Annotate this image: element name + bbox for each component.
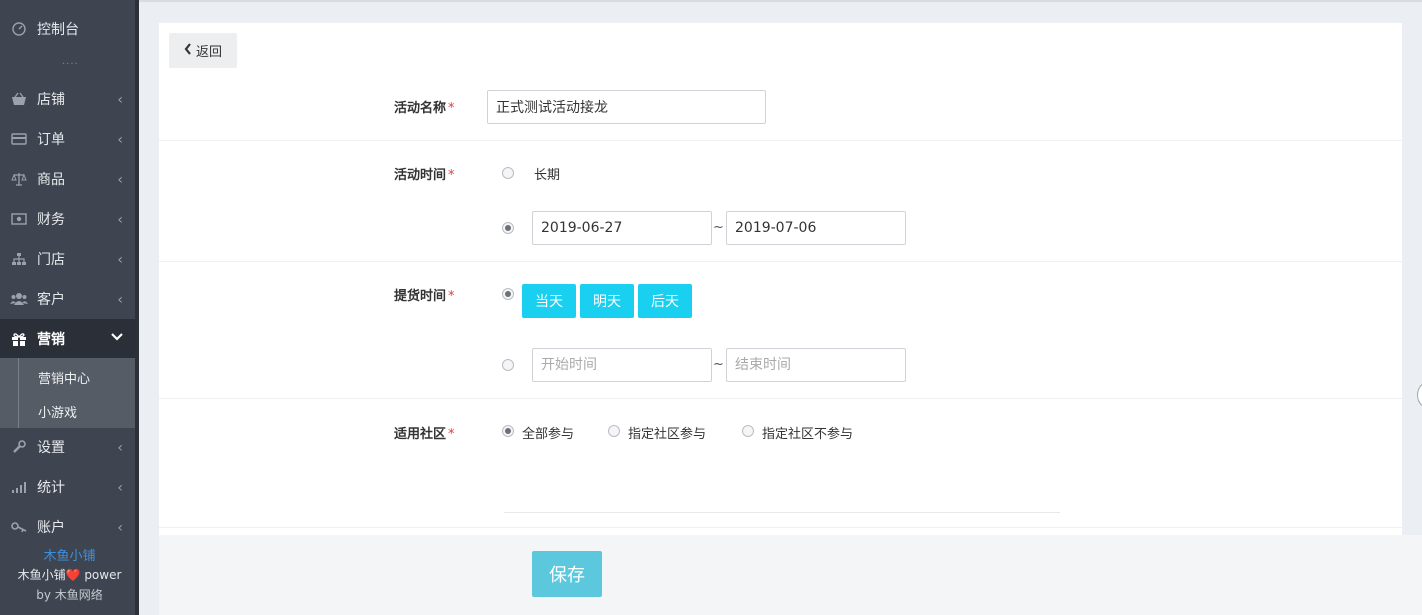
row-separator: [159, 261, 1402, 262]
row-separator: [159, 527, 1402, 528]
chevron-down-icon: [111, 330, 123, 346]
sidebar-item-settings[interactable]: 设置 ‹: [0, 427, 135, 467]
community-label-text: 适用社区: [394, 427, 447, 442]
sidebar-item-marketing[interactable]: 营销: [0, 319, 135, 359]
pickup-chip-tomorrow[interactable]: 明天: [580, 284, 634, 318]
pickup-chip-day-after[interactable]: 后天: [638, 284, 692, 318]
marketing-submenu: 营销中心 小游戏: [0, 358, 135, 428]
community-exclude-radio[interactable]: [742, 425, 754, 437]
users-icon: [10, 290, 28, 308]
community-divider: [504, 512, 1060, 513]
activity-time-label: 活动时间 *: [394, 164, 455, 183]
sidebar-item-dashboard[interactable]: 控制台: [0, 9, 135, 49]
community-include-label[interactable]: 指定社区参与: [628, 423, 706, 442]
time-end-input[interactable]: [726, 211, 906, 245]
pickup-end-input[interactable]: [726, 348, 906, 382]
submenu-item-mini-games[interactable]: 小游戏: [38, 402, 77, 421]
brand-name[interactable]: 木鱼小铺: [0, 545, 139, 564]
chevron-left-icon: ‹: [117, 440, 123, 456]
form-footer: 保存: [159, 535, 1422, 615]
submenu-item-marketing-center[interactable]: 营销中心: [38, 368, 90, 387]
chevron-left-icon: ‹: [117, 292, 123, 308]
community-include-radio[interactable]: [608, 425, 620, 437]
chevron-left-icon: [184, 42, 192, 59]
sidebar-item-stats[interactable]: 统计 ‹: [0, 467, 135, 507]
floating-edge-button[interactable]: [1417, 380, 1422, 410]
back-button[interactable]: 返回: [169, 33, 237, 68]
activity-time-label-text: 活动时间: [394, 168, 447, 183]
time-range-radio[interactable]: [502, 222, 514, 234]
gift-icon: [10, 330, 28, 348]
sidebar-item-label: 统计: [37, 480, 65, 496]
key-icon: [10, 518, 28, 536]
chevron-left-icon: ‹: [117, 92, 123, 108]
community-exclude-label[interactable]: 指定社区不参与: [762, 423, 853, 442]
top-bar: [139, 0, 1422, 2]
sidebar: 控制台 .... 店铺 ‹ 订单 ‹ 商品 ‹ 财务 ‹ 门店 ‹ 客户 ‹ 营…: [0, 0, 139, 615]
sidebar-item-customers[interactable]: 客户 ‹: [0, 279, 135, 319]
chevron-left-icon: ‹: [117, 132, 123, 148]
required-mark: *: [448, 168, 455, 183]
sidebar-item-label: 店铺: [37, 92, 65, 108]
sidebar-item-label: 商品: [37, 172, 65, 188]
basket-icon: [10, 90, 28, 108]
save-button[interactable]: 保存: [532, 551, 602, 597]
pickup-start-input[interactable]: [532, 348, 712, 382]
required-mark: *: [448, 101, 455, 116]
chevron-left-icon: ‹: [117, 252, 123, 268]
sidebar-scrollbar[interactable]: [135, 0, 139, 615]
chevron-left-icon: ‹: [117, 520, 123, 536]
sidebar-item-label: 设置: [37, 440, 65, 456]
sidebar-item-label: 门店: [37, 252, 65, 268]
community-all-label[interactable]: 全部参与: [522, 423, 574, 442]
sidebar-divider: ....: [62, 56, 79, 67]
sidebar-item-finance[interactable]: 财务 ‹: [0, 199, 135, 239]
money-icon: [10, 210, 28, 228]
sidebar-item-label: 客户: [37, 292, 65, 308]
time-long-radio[interactable]: [502, 167, 514, 179]
sidebar-item-label: 订单: [37, 132, 65, 148]
chevron-left-icon: ‹: [117, 212, 123, 228]
activity-name-input[interactable]: [487, 90, 766, 124]
required-mark: *: [448, 427, 455, 442]
time-start-input[interactable]: [532, 211, 712, 245]
sidebar-item-label: 营销: [37, 332, 65, 348]
chevron-left-icon: ‹: [117, 172, 123, 188]
activity-name-label-text: 活动名称: [394, 101, 447, 116]
submenu-bar: [18, 358, 19, 428]
chevron-left-icon: ‹: [117, 480, 123, 496]
community-all-radio[interactable]: [502, 425, 514, 437]
time-long-label[interactable]: 长期: [534, 164, 560, 183]
community-label: 适用社区 *: [394, 423, 455, 442]
sitemap-icon: [10, 250, 28, 268]
card-icon: [10, 130, 28, 148]
sidebar-item-shop[interactable]: 店铺 ‹: [0, 79, 135, 119]
form-panel: 返回 活动名称* 活动时间* 长期 ~ 提货时间* 当天 明天 后天 ~ 适用社…: [159, 23, 1402, 535]
signal-bars-icon: [10, 478, 28, 496]
pickup-range-separator: ~: [713, 357, 724, 372]
sidebar-item-goods[interactable]: 商品 ‹: [0, 159, 135, 199]
pickup-preset-radio[interactable]: [502, 288, 514, 300]
brand-power-line: 木鱼小铺❤️ power: [17, 568, 122, 582]
balance-scale-icon: [10, 170, 28, 188]
brand-by-line: by 木鱼网络: [36, 588, 103, 602]
pickup-time-label: 提货时间 *: [394, 285, 455, 304]
dashboard-icon: [10, 20, 28, 38]
required-mark: *: [448, 289, 455, 304]
time-range-separator: ~: [713, 220, 724, 235]
row-separator: [159, 140, 1402, 141]
pickup-chip-today[interactable]: 当天: [522, 284, 576, 318]
wrench-icon: [10, 438, 28, 456]
row-separator: [159, 398, 1402, 399]
pickup-time-label-text: 提货时间: [394, 289, 447, 304]
sidebar-item-account[interactable]: 账户 ‹: [0, 507, 135, 547]
sidebar-item-stores[interactable]: 门店 ‹: [0, 239, 135, 279]
sidebar-item-label: 财务: [37, 212, 65, 228]
activity-name-label: 活动名称 *: [394, 97, 455, 116]
back-label: 返回: [195, 45, 222, 60]
sidebar-item-label: 控制台: [37, 22, 79, 38]
sidebar-item-label: 账户: [37, 520, 65, 536]
pickup-range-radio[interactable]: [502, 359, 514, 371]
sidebar-item-orders[interactable]: 订单 ‹: [0, 119, 135, 159]
